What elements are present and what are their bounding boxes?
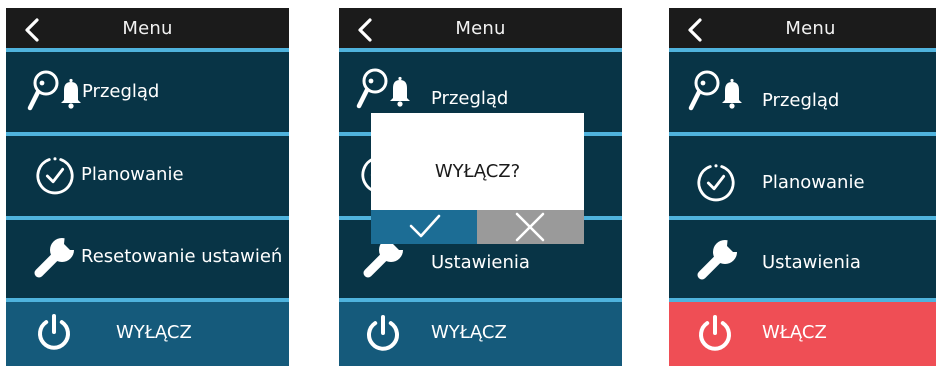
menu-item-resetowanie[interactable]: Resetowanie ustawień (6, 220, 289, 298)
power-label: WYŁĄCZ (116, 322, 192, 343)
menu-item-ustawienia[interactable]: Ustawienia (669, 220, 936, 298)
power-icon (367, 315, 399, 351)
menu-screen-1: Menu Przegląd Planowanie Resetowanie ust… (6, 8, 289, 366)
header-title: Menu (785, 18, 836, 39)
menu-item-label: Przegląd (762, 90, 840, 111)
power-button[interactable]: WŁĄCZ (669, 302, 936, 366)
close-icon (515, 212, 545, 242)
menu-item-przeglad[interactable]: Przegląd (6, 52, 289, 133)
search-bell-icon (27, 70, 81, 111)
dialog-message: WYŁĄCZ? (434, 161, 521, 182)
power-icon (38, 314, 70, 350)
header-bar: Menu (339, 8, 622, 52)
confirm-dialog: WYŁĄCZ? (371, 113, 584, 244)
power-button[interactable]: WYŁĄCZ (339, 302, 622, 366)
menu-item-label: Ustawienia (762, 252, 861, 273)
confirm-button[interactable] (371, 210, 477, 244)
menu-screen-2: Menu Przegląd Ustawienia WYŁĄCZ WYŁĄCZ? (339, 8, 622, 366)
header-bar: Menu (6, 8, 289, 52)
menu-item-planowanie[interactable]: Planowanie (6, 136, 289, 216)
menu-screen-3: Menu Przegląd Planowanie Ustawienia WŁĄC… (669, 8, 936, 366)
wrench-icon (34, 234, 78, 278)
power-button[interactable]: WYŁĄCZ (6, 302, 289, 366)
header-title: Menu (122, 18, 173, 39)
menu-item-przeglad[interactable]: Przegląd (669, 52, 936, 133)
menu-item-label: Przegląd (431, 88, 509, 109)
search-bell-icon (356, 68, 410, 109)
header-title: Menu (455, 18, 506, 39)
power-icon (699, 315, 731, 351)
header-bar: Menu (669, 8, 936, 52)
power-label: WYŁĄCZ (431, 322, 507, 343)
menu-item-label: Resetowanie ustawień (81, 246, 283, 267)
clock-icon (697, 164, 735, 202)
clock-icon (36, 157, 74, 195)
search-bell-icon (688, 70, 742, 111)
wrench-icon (697, 236, 741, 280)
menu-item-label: Przegląd (82, 81, 160, 102)
menu-item-label: Planowanie (762, 172, 865, 193)
power-label: WŁĄCZ (762, 322, 827, 343)
menu-item-planowanie[interactable]: Planowanie (669, 136, 936, 216)
check-icon (409, 214, 441, 238)
menu-item-label: Planowanie (81, 164, 184, 185)
cancel-button[interactable] (477, 210, 584, 244)
menu-item-label: Ustawienia (431, 252, 530, 273)
